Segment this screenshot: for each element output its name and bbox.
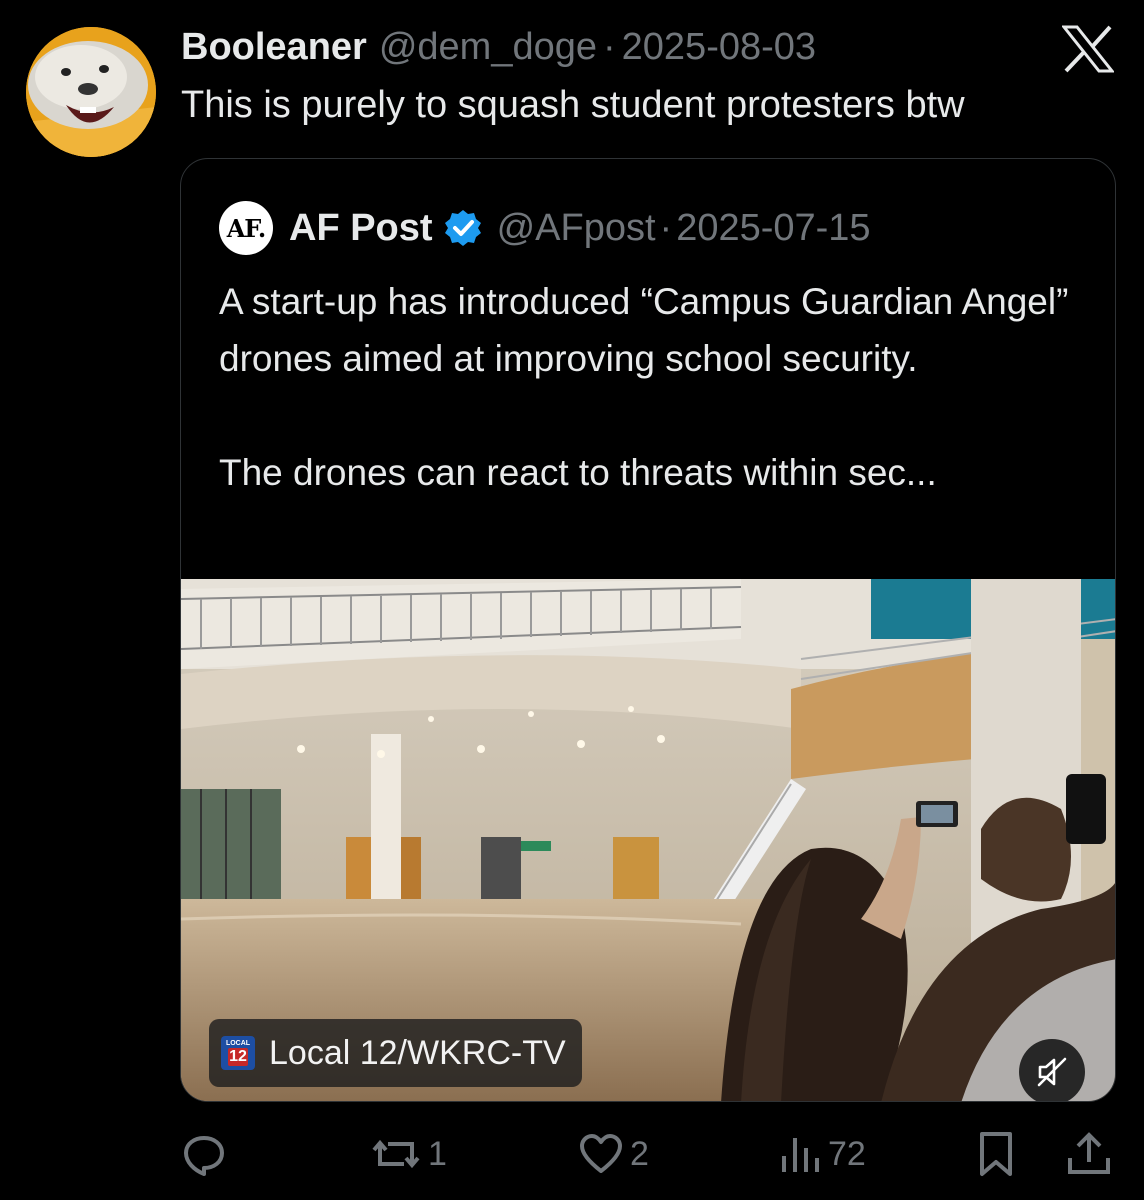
repost-count: 1 bbox=[428, 1134, 447, 1173]
local12-logo-icon: LOCAL 12 bbox=[221, 1036, 255, 1070]
share-button[interactable] bbox=[1066, 1124, 1112, 1184]
quoted-tweet-card[interactable]: AF. AF Post @AFpost · 2025-07-15 A start… bbox=[180, 158, 1116, 1102]
quoted-paragraph: The drones can react to threats within s… bbox=[219, 452, 937, 493]
tweet-action-bar: 1 2 72 bbox=[180, 1124, 1120, 1184]
share-icon bbox=[1068, 1132, 1110, 1174]
heart-icon bbox=[580, 1134, 622, 1173]
video-source-badge: LOCAL 12 Local 12/WKRC-TV bbox=[209, 1019, 582, 1087]
tweet-date[interactable]: 2025-08-03 bbox=[622, 24, 816, 70]
like-count: 2 bbox=[630, 1134, 649, 1173]
meta-separator: · bbox=[603, 26, 616, 68]
mute-button[interactable] bbox=[1019, 1039, 1085, 1101]
author-handle[interactable]: @dem_doge bbox=[379, 24, 597, 70]
tweet-text: This is purely to squash student protest… bbox=[181, 84, 965, 126]
views-button[interactable]: 72 bbox=[778, 1124, 866, 1184]
muted-speaker-icon bbox=[1037, 1057, 1067, 1087]
quoted-tweet-header: AF. AF Post @AFpost · 2025-07-15 bbox=[219, 201, 871, 255]
video-source-label: Local 12/WKRC-TV bbox=[269, 1033, 566, 1072]
quoted-paragraph: A start-up has introduced “Campus Guardi… bbox=[219, 281, 1069, 379]
tweet-header: Booleaner @dem_doge · 2025-08-03 bbox=[181, 24, 816, 70]
bookmark-icon bbox=[980, 1132, 1012, 1176]
views-icon bbox=[782, 1138, 819, 1172]
author-name[interactable]: Booleaner bbox=[181, 24, 367, 70]
quoted-tweet-text: A start-up has introduced “Campus Guardi… bbox=[219, 273, 1099, 501]
bookmark-button[interactable] bbox=[976, 1124, 1016, 1184]
video-player[interactable]: LOCAL 12 Local 12/WKRC-TV bbox=[181, 579, 1115, 1101]
meta-separator: · bbox=[659, 206, 673, 249]
repost-button[interactable]: 1 bbox=[370, 1124, 447, 1184]
view-count: 72 bbox=[828, 1134, 866, 1173]
quoted-tweet-date[interactable]: 2025-07-15 bbox=[676, 207, 870, 250]
author-avatar[interactable] bbox=[26, 27, 156, 157]
quoted-author-avatar[interactable]: AF. bbox=[219, 201, 273, 255]
quoted-author-handle[interactable]: @AFpost bbox=[497, 207, 656, 250]
like-button[interactable]: 2 bbox=[578, 1124, 649, 1184]
reply-icon bbox=[184, 1136, 224, 1176]
reply-button[interactable] bbox=[180, 1124, 234, 1184]
quoted-author-name[interactable]: AF Post bbox=[289, 207, 433, 250]
verified-badge-icon bbox=[444, 210, 481, 246]
seal-avatar-image bbox=[26, 27, 156, 157]
repost-icon bbox=[372, 1139, 420, 1169]
x-logo-icon bbox=[1062, 25, 1114, 73]
